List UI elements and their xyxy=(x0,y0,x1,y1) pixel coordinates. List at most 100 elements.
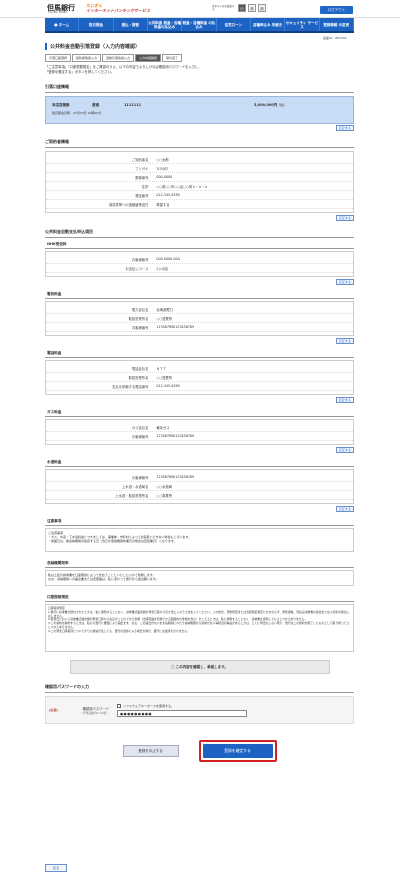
software-keyboard-label: ソフトウェアキーボードを使用する。 xyxy=(123,703,175,708)
row-value: 希望する xyxy=(150,199,353,209)
nhk-title: NHK受信料 xyxy=(45,241,354,249)
electric-box: 電力会社名 北海道電力 取扱営業所名 ○○営業所 お客様番号 123567890123… xyxy=(45,301,354,336)
row-value: ○○水道局 xyxy=(150,481,353,491)
table-row: お客様番号 000-0000-000 xyxy=(46,255,353,264)
row-key: 支払を依頼する電話番号 xyxy=(46,381,151,391)
table-row: 領収書等への連絡届等送付 希望する xyxy=(46,199,353,209)
row-key: お支払いコース xyxy=(46,263,151,273)
account-balance-note: 残高 xyxy=(279,103,285,107)
row-key: ご契約者名 xyxy=(46,155,151,164)
home-icon: ● xyxy=(54,21,58,27)
rules-title: 口座振替規定 xyxy=(45,594,354,602)
fix-electric-button[interactable]: 訂正する xyxy=(335,338,354,344)
fix-account-button[interactable]: 訂正する xyxy=(335,125,354,131)
notes-line: ・前届日は、各収納機関の指定する日（当日が金融機関休業日の場合は翌営業日）となり… xyxy=(48,539,177,543)
cancel-registration-button[interactable]: 登録を中止する xyxy=(122,745,179,757)
row-value: ○○太郎 xyxy=(150,155,353,164)
nav-public-fee[interactable]: 公共料金 税金・各種料金の払込み xyxy=(148,18,183,31)
nav-registration[interactable]: 登録情報 の変更 xyxy=(320,18,354,31)
fix-water-button[interactable]: 訂正する xyxy=(335,506,354,512)
step-5: 受付完了 xyxy=(162,54,183,62)
row-key: 電話番号 xyxy=(46,190,151,200)
service-brand: たじぎん インターネットバンキングサービス xyxy=(86,3,150,13)
font-size-large-button[interactable]: あ xyxy=(258,4,266,12)
row-value: 012-345-6789 xyxy=(150,190,353,200)
row-key: お客様番号 xyxy=(46,255,151,264)
table-row: 住所 ○○県○○市○○区○○町×－×－× xyxy=(46,181,353,191)
nav-transfer[interactable]: 振込・振替 xyxy=(114,18,148,31)
table-row: 取扱営業所名 ○○営業所 xyxy=(46,313,353,323)
step-indicator: 引落口座選択 契約者情報入力 自動引落情報入力 入力内容確認 受付完了 xyxy=(45,54,354,62)
row-key: 上水道・水道局名 xyxy=(46,481,151,491)
step-4-current: 入力内容確認 xyxy=(135,54,162,62)
row-value: 012-345-6789 xyxy=(150,381,353,391)
fix-nhk-button[interactable]: 訂正する xyxy=(335,279,354,285)
water-title: 水道料金 xyxy=(45,459,354,467)
main-nav: ● ホーム 取引照会 振込・振替 公共料金 税金・各種料金の払込み 税金・各種料金… xyxy=(45,18,354,33)
table-row: 上水道・取扱営業所名 ○○事業所 xyxy=(46,490,353,500)
row-key: 電力会社名 xyxy=(46,305,151,314)
nav-tax[interactable]: 税金・各種料金 の払込み xyxy=(182,18,217,31)
row-key: お客様番号 xyxy=(46,473,151,482)
table-row: 上水道・水道局名 ○○水道局 xyxy=(46,481,353,491)
table-row: 電話番号 012-345-6789 xyxy=(46,190,353,200)
page-root: 但馬銀行 TAJIMA BANK たじぎん インターネットバンキングサービス 文… xyxy=(0,0,400,883)
nav-applications[interactable]: 各種申込み 手続き xyxy=(251,18,286,31)
nav-security[interactable]: セキュリティ サービス xyxy=(285,18,320,31)
back-button[interactable]: 戻る xyxy=(45,864,67,872)
nav-inquiry[interactable]: 取引照会 xyxy=(79,18,114,31)
main-content: 公共料金自動引落登録（入力内容確認） 引落口座選択 契約者情報入力 自動引落情報… xyxy=(45,43,354,762)
row-value: 123567890123456789 xyxy=(150,322,353,332)
nav-home[interactable]: ● ホーム xyxy=(45,18,80,31)
row-value: ○○県○○市○○区○○町×－×－× xyxy=(150,181,353,191)
confirm-registration-button[interactable]: 登録を確定する xyxy=(202,744,273,758)
password-section-title: 確認用パスワードの入力 xyxy=(45,682,354,693)
fix-contractor-button[interactable]: 訂正する xyxy=(335,215,354,221)
step-1: 引落口座選択 xyxy=(45,54,72,62)
step-2: 契約者情報入力 xyxy=(72,54,102,62)
electric-table: 電力会社名 北海道電力 取扱営業所名 ○○営業所 お客様番号 123567890123… xyxy=(46,305,353,332)
row-key: ガス会社名 xyxy=(46,423,151,432)
table-row: フリガナ ﾏﾙﾏﾙﾀﾛｳ xyxy=(46,163,353,173)
water-table: お客様番号 123567890123456789 上水道・水道局名 ○○水道局 上水… xyxy=(46,473,353,500)
font-size-switcher: 文字サイズを変更する 小 あ あ xyxy=(212,4,266,12)
account-number: 1111111 xyxy=(124,103,142,107)
fix-phone-button[interactable]: 訂正する xyxy=(335,397,354,403)
font-size-small-button[interactable]: 小 xyxy=(238,4,246,12)
table-row: お支払いコース 2ヶ月払 xyxy=(46,263,353,273)
table-row: お客様番号 123567890123456789 xyxy=(46,473,353,482)
row-key: 郵便番号 xyxy=(46,172,151,182)
logout-button[interactable]: ログアウト xyxy=(320,6,353,14)
row-value: ○○営業所 xyxy=(150,313,353,323)
rules-scrollbox[interactable]: 口座振替規定 1.貴行に請求書が送付されたときは、私に通知することなく、請求書記… xyxy=(45,604,354,652)
software-keyboard-option[interactable]: ソフトウェアキーボードを使用する。 xyxy=(117,703,247,708)
nav-housing-loan[interactable]: 住宅ローン xyxy=(217,18,251,31)
row-key: お客様番号 xyxy=(46,322,151,332)
password-label-block: 確認用パスワード （半角英数字6～12桁） xyxy=(59,706,109,715)
step-3: 自動引落情報入力 xyxy=(102,54,135,62)
password-row: [必須] 確認用パスワード （半角英数字6～12桁） ソフトウェアキーボードを使… xyxy=(45,696,354,724)
password-input[interactable]: ●●●●●●●●● xyxy=(117,709,247,717)
password-input-block: ソフトウェアキーボードを使用する。 ●●●●●●●●● xyxy=(117,703,247,717)
table-row: お客様番号 123567890123456789 xyxy=(46,322,353,332)
contractor-section-title: ご契約者情報 xyxy=(45,137,354,148)
agree-checkbox[interactable]: □ この内容を確認し、承諾します。 xyxy=(69,660,330,674)
nhk-box: お客様番号 000-0000-000 お支払いコース 2ヶ月払 xyxy=(45,251,354,277)
notes-scrollbox[interactable]: ご注意事項 ・ガス、水道・下水道料金につきましては、事業体、市町村によってお取扱… xyxy=(45,528,354,552)
confirm-highlight: 登録を確定する xyxy=(198,740,277,762)
page-title: 公共料金自動引落登録（入力内容確認） xyxy=(45,43,354,50)
font-size-medium-button[interactable]: あ xyxy=(248,4,256,12)
checkbox-icon[interactable] xyxy=(117,703,121,708)
row-value: ＮＴＴ xyxy=(150,364,353,373)
nav-home-label: ホーム xyxy=(58,22,70,27)
collector-title: 収納機関宛申 xyxy=(45,560,354,568)
row-value: 123567890123456789 xyxy=(150,473,353,482)
fix-gas-button[interactable]: 訂正する xyxy=(335,447,354,453)
intro-line-2: 「登録を確定する」ボタンを押してください。 xyxy=(45,69,115,74)
row-value: ﾏﾙﾏﾙﾀﾛｳ xyxy=(150,163,353,173)
row-key: 上水道・取扱営業所名 xyxy=(46,490,151,500)
row-key: 領収書等への連絡届等送付 xyxy=(46,199,151,209)
row-value: 2ヶ月払 xyxy=(150,263,353,273)
collector-scrollbox[interactable]: 私は上記の請求書を口座振替によって支払うことといたしたいので依頼します。 なお、… xyxy=(45,570,354,586)
account-branch: 本店営業部 xyxy=(52,103,70,107)
